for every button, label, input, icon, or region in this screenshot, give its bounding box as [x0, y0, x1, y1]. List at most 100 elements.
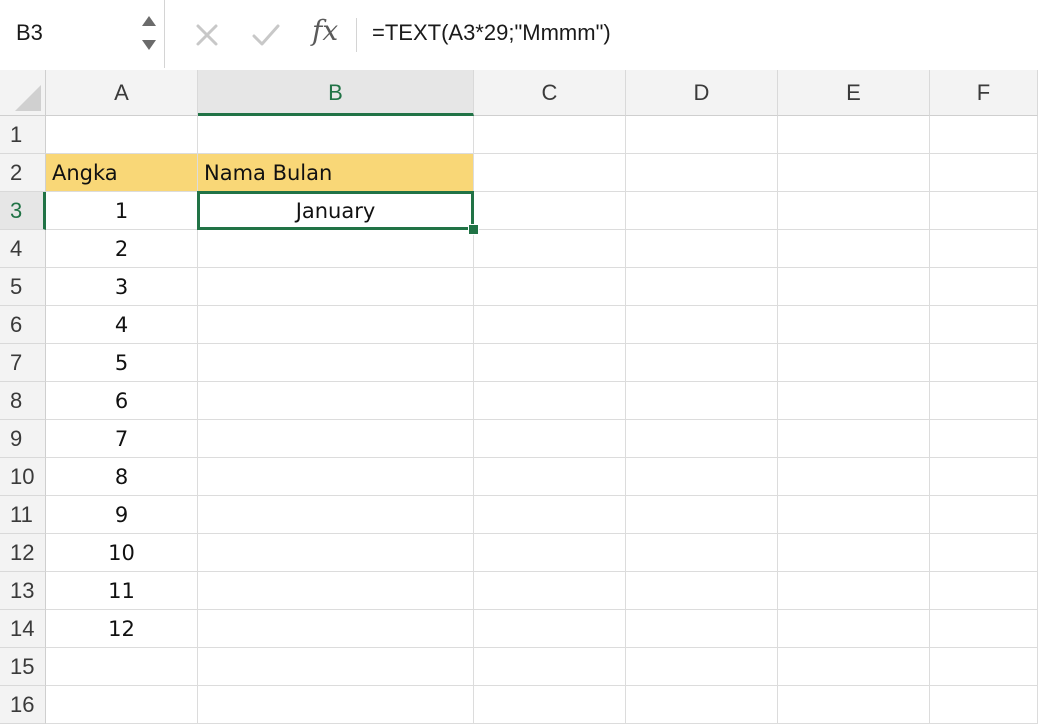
column-header-e[interactable]: E	[778, 70, 930, 116]
cell-b12[interactable]	[198, 534, 474, 572]
cell-c7[interactable]	[474, 344, 626, 382]
cell-c10[interactable]	[474, 458, 626, 496]
row-header-2[interactable]: 2	[0, 154, 46, 192]
cell-d7[interactable]	[626, 344, 778, 382]
cell-b16[interactable]	[198, 686, 474, 724]
cell-b9[interactable]	[198, 420, 474, 458]
cell-a15[interactable]	[46, 648, 198, 686]
row-header-5[interactable]: 5	[0, 268, 46, 306]
cell-c4[interactable]	[474, 230, 626, 268]
cell-f11[interactable]	[930, 496, 1038, 534]
cell-d2[interactable]	[626, 154, 778, 192]
cell-e14[interactable]	[778, 610, 930, 648]
row-header-11[interactable]: 11	[0, 496, 46, 534]
cell-f7[interactable]	[930, 344, 1038, 382]
cell-e9[interactable]	[778, 420, 930, 458]
cell-d16[interactable]	[626, 686, 778, 724]
cell-e1[interactable]	[778, 116, 930, 154]
cell-b11[interactable]	[198, 496, 474, 534]
row-header-16[interactable]: 16	[0, 686, 46, 724]
cell-d12[interactable]	[626, 534, 778, 572]
cell-c14[interactable]	[474, 610, 626, 648]
row-header-14[interactable]: 14	[0, 610, 46, 648]
cell-a8[interactable]: 6	[46, 382, 198, 420]
cell-d13[interactable]	[626, 572, 778, 610]
row-header-10[interactable]: 10	[0, 458, 46, 496]
cell-e3[interactable]	[778, 192, 930, 230]
cell-a2[interactable]: Angka	[46, 154, 198, 192]
select-all-corner[interactable]	[0, 70, 46, 116]
row-header-4[interactable]: 4	[0, 230, 46, 268]
cancel-icon[interactable]	[190, 18, 224, 52]
cell-b5[interactable]	[198, 268, 474, 306]
cell-a10[interactable]: 8	[46, 458, 198, 496]
cell-f15[interactable]	[930, 648, 1038, 686]
cell-c3[interactable]	[474, 192, 626, 230]
cell-a13[interactable]: 11	[46, 572, 198, 610]
cell-c6[interactable]	[474, 306, 626, 344]
formula-input[interactable]: =TEXT(A3*29;"Mmmm")	[372, 20, 611, 46]
row-header-15[interactable]: 15	[0, 648, 46, 686]
cell-a9[interactable]: 7	[46, 420, 198, 458]
cell-d15[interactable]	[626, 648, 778, 686]
row-header-9[interactable]: 9	[0, 420, 46, 458]
cell-e2[interactable]	[778, 154, 930, 192]
row-header-1[interactable]: 1	[0, 116, 46, 154]
cell-b15[interactable]	[198, 648, 474, 686]
chevron-down-icon[interactable]	[142, 40, 156, 50]
cell-e11[interactable]	[778, 496, 930, 534]
cell-a5[interactable]: 3	[46, 268, 198, 306]
cell-f2[interactable]	[930, 154, 1038, 192]
name-box-value[interactable]: B3	[16, 20, 43, 46]
column-header-a[interactable]: A	[46, 70, 198, 116]
cell-e13[interactable]	[778, 572, 930, 610]
cell-c15[interactable]	[474, 648, 626, 686]
cell-e12[interactable]	[778, 534, 930, 572]
cell-a4[interactable]: 2	[46, 230, 198, 268]
cell-f3[interactable]	[930, 192, 1038, 230]
row-header-3[interactable]: 3	[0, 192, 46, 230]
cell-b13[interactable]	[198, 572, 474, 610]
name-box[interactable]: B3	[0, 0, 165, 68]
column-header-f[interactable]: F	[930, 70, 1038, 116]
cell-c5[interactable]	[474, 268, 626, 306]
cell-b8[interactable]	[198, 382, 474, 420]
cell-b10[interactable]	[198, 458, 474, 496]
cell-e4[interactable]	[778, 230, 930, 268]
cell-a1[interactable]	[46, 116, 198, 154]
cell-b7[interactable]	[198, 344, 474, 382]
cell-a16[interactable]	[46, 686, 198, 724]
cell-f5[interactable]	[930, 268, 1038, 306]
cell-f9[interactable]	[930, 420, 1038, 458]
cell-d11[interactable]	[626, 496, 778, 534]
insert-function-icon[interactable]: fx	[312, 14, 338, 47]
cell-b14[interactable]	[198, 610, 474, 648]
cell-f16[interactable]	[930, 686, 1038, 724]
cell-f1[interactable]	[930, 116, 1038, 154]
cell-e7[interactable]	[778, 344, 930, 382]
cell-f10[interactable]	[930, 458, 1038, 496]
cell-e6[interactable]	[778, 306, 930, 344]
row-header-7[interactable]: 7	[0, 344, 46, 382]
column-header-d[interactable]: D	[626, 70, 778, 116]
cell-d6[interactable]	[626, 306, 778, 344]
cell-b6[interactable]	[198, 306, 474, 344]
column-header-b[interactable]: B	[198, 70, 474, 116]
cell-f14[interactable]	[930, 610, 1038, 648]
select-all-triangle[interactable]	[15, 85, 41, 111]
row-header-12[interactable]: 12	[0, 534, 46, 572]
row-header-13[interactable]: 13	[0, 572, 46, 610]
cell-a7[interactable]: 5	[46, 344, 198, 382]
cell-d1[interactable]	[626, 116, 778, 154]
cell-d3[interactable]	[626, 192, 778, 230]
cell-b1[interactable]	[198, 116, 474, 154]
cell-d5[interactable]	[626, 268, 778, 306]
cell-d9[interactable]	[626, 420, 778, 458]
cell-c12[interactable]	[474, 534, 626, 572]
cell-e5[interactable]	[778, 268, 930, 306]
cell-a6[interactable]: 4	[46, 306, 198, 344]
cell-c8[interactable]	[474, 382, 626, 420]
cell-b4[interactable]	[198, 230, 474, 268]
fill-handle[interactable]	[468, 224, 479, 235]
check-icon[interactable]	[248, 18, 282, 52]
